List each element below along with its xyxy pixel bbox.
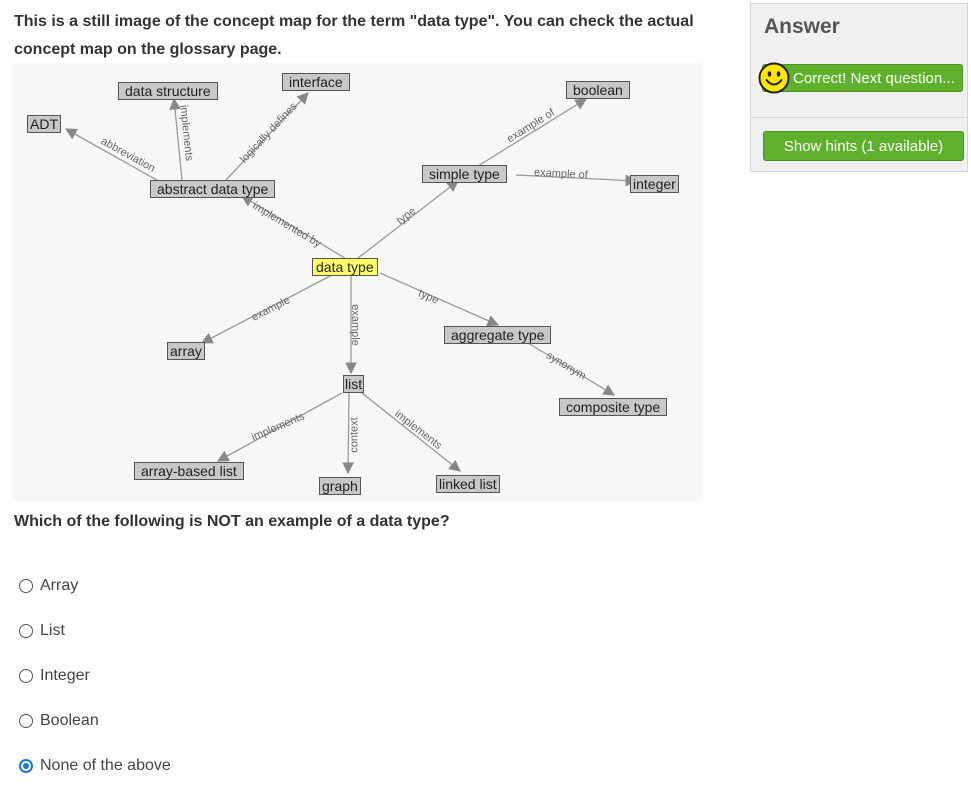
option-label: Array [40,577,79,594]
node-list: list [343,375,365,393]
node-array-based-list: array-based list [134,462,244,480]
option-label: Boolean [40,712,99,729]
radio-integer[interactable] [19,669,33,683]
edge-type-aggregate [379,272,500,327]
node-interface: interface [282,73,350,91]
node-graph: graph [319,477,361,495]
radio-none-of-the-above[interactable] [19,759,33,773]
node-data-type: data type [312,258,378,276]
edge-abbreviation [64,128,163,184]
answer-options: Array List Integer Boolean None of the a… [19,575,171,800]
option-array[interactable]: Array [19,575,171,620]
option-label: Integer [40,667,90,684]
node-boolean: boolean [566,81,630,99]
option-label: List [40,622,65,639]
radio-boolean[interactable] [19,714,33,728]
node-integer: integer [630,175,679,193]
node-adt: ADT [27,115,61,133]
next-question-button[interactable]: Correct! Next question... [762,64,963,92]
node-abstract-data-type: abstract data type [150,180,276,198]
option-integer[interactable]: Integer [19,665,171,710]
concept-map: implements logically defines abbreviatio… [12,63,702,501]
option-boolean[interactable]: Boolean [19,710,171,755]
option-label: None of the above [40,757,171,774]
answer-title: Answer [764,15,840,38]
node-composite-type: composite type [559,398,668,416]
show-hints-button[interactable]: Show hints (1 available) [763,131,964,161]
radio-list[interactable] [19,624,33,638]
option-list[interactable]: List [19,620,171,665]
edge-label-example-list: example [348,304,361,346]
node-aggregate-type: aggregate type [444,326,552,344]
smiley-face-icon [758,62,790,94]
question-text: Which of the following is NOT an example… [14,513,450,530]
question-area: This is a still image of the concept map… [0,0,740,802]
node-simple-type: simple type [422,165,507,183]
question-intro: This is a still image of the concept map… [14,13,694,58]
option-none-of-the-above[interactable]: None of the above [19,755,171,800]
node-data-structure: data structure [118,82,218,100]
radio-array[interactable] [19,579,33,593]
edge-label-context: context [348,417,361,453]
divider [751,117,967,118]
edge-example-of-boolean [477,98,587,167]
node-array: array [167,342,205,360]
node-linked-list: linked list [436,475,500,493]
